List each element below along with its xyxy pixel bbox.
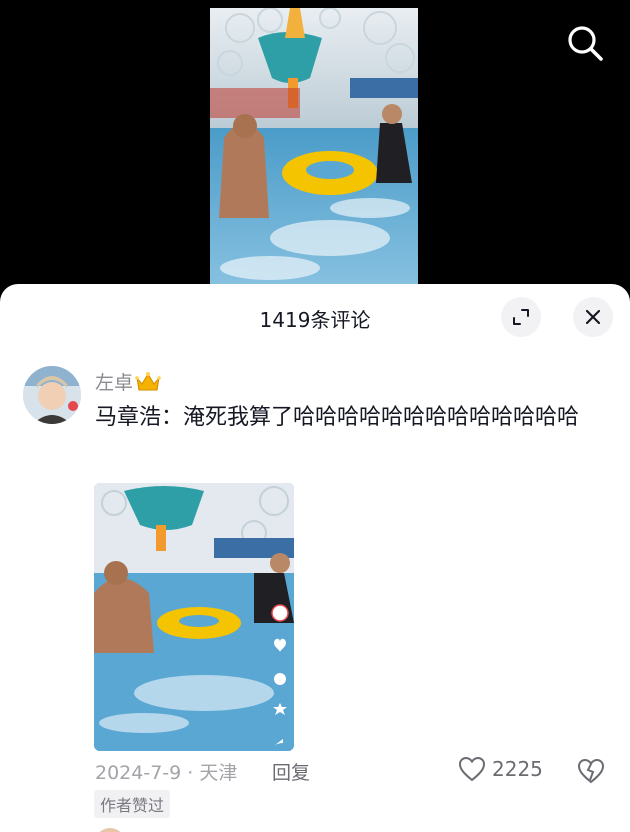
close-button[interactable]	[573, 297, 613, 337]
waterpark-video-image	[210, 8, 418, 300]
expand-button[interactable]	[501, 297, 541, 337]
avatar-image	[23, 366, 81, 424]
video-frame[interactable]	[210, 8, 418, 300]
broken-heart-icon	[577, 758, 605, 784]
crown-icon	[135, 371, 161, 390]
like-count: 2225	[492, 757, 543, 781]
author-liked-badge: 作者赞过	[94, 790, 171, 818]
next-comment-avatar[interactable]	[95, 828, 125, 832]
heart-icon	[458, 756, 486, 782]
dislike-button[interactable]	[576, 756, 606, 786]
expand-icon	[513, 309, 529, 325]
comment-text: 马章浩：淹死我算了哈哈哈哈哈哈哈哈哈哈哈哈哈	[95, 405, 580, 430]
close-icon	[585, 309, 601, 325]
search-button[interactable]	[564, 22, 606, 64]
comment-username[interactable]: 左卓	[95, 368, 161, 395]
waterpark-screenshot-image	[94, 483, 294, 751]
video-player[interactable]	[0, 0, 630, 300]
avatar[interactable]	[23, 366, 81, 424]
search-icon	[568, 26, 603, 61]
like-button[interactable]: 2225	[458, 756, 543, 782]
username-text: 左卓	[95, 372, 134, 394]
comment-sheet: 1419条评论 左卓 马章浩：淹死我算了哈哈哈哈哈哈哈哈哈哈哈哈哈 2024-7…	[0, 284, 630, 832]
reply-button[interactable]: 回复	[272, 758, 310, 785]
comment-date-location: 2024-7-9 · 天津	[95, 762, 238, 784]
comment-attached-image[interactable]	[94, 483, 294, 751]
